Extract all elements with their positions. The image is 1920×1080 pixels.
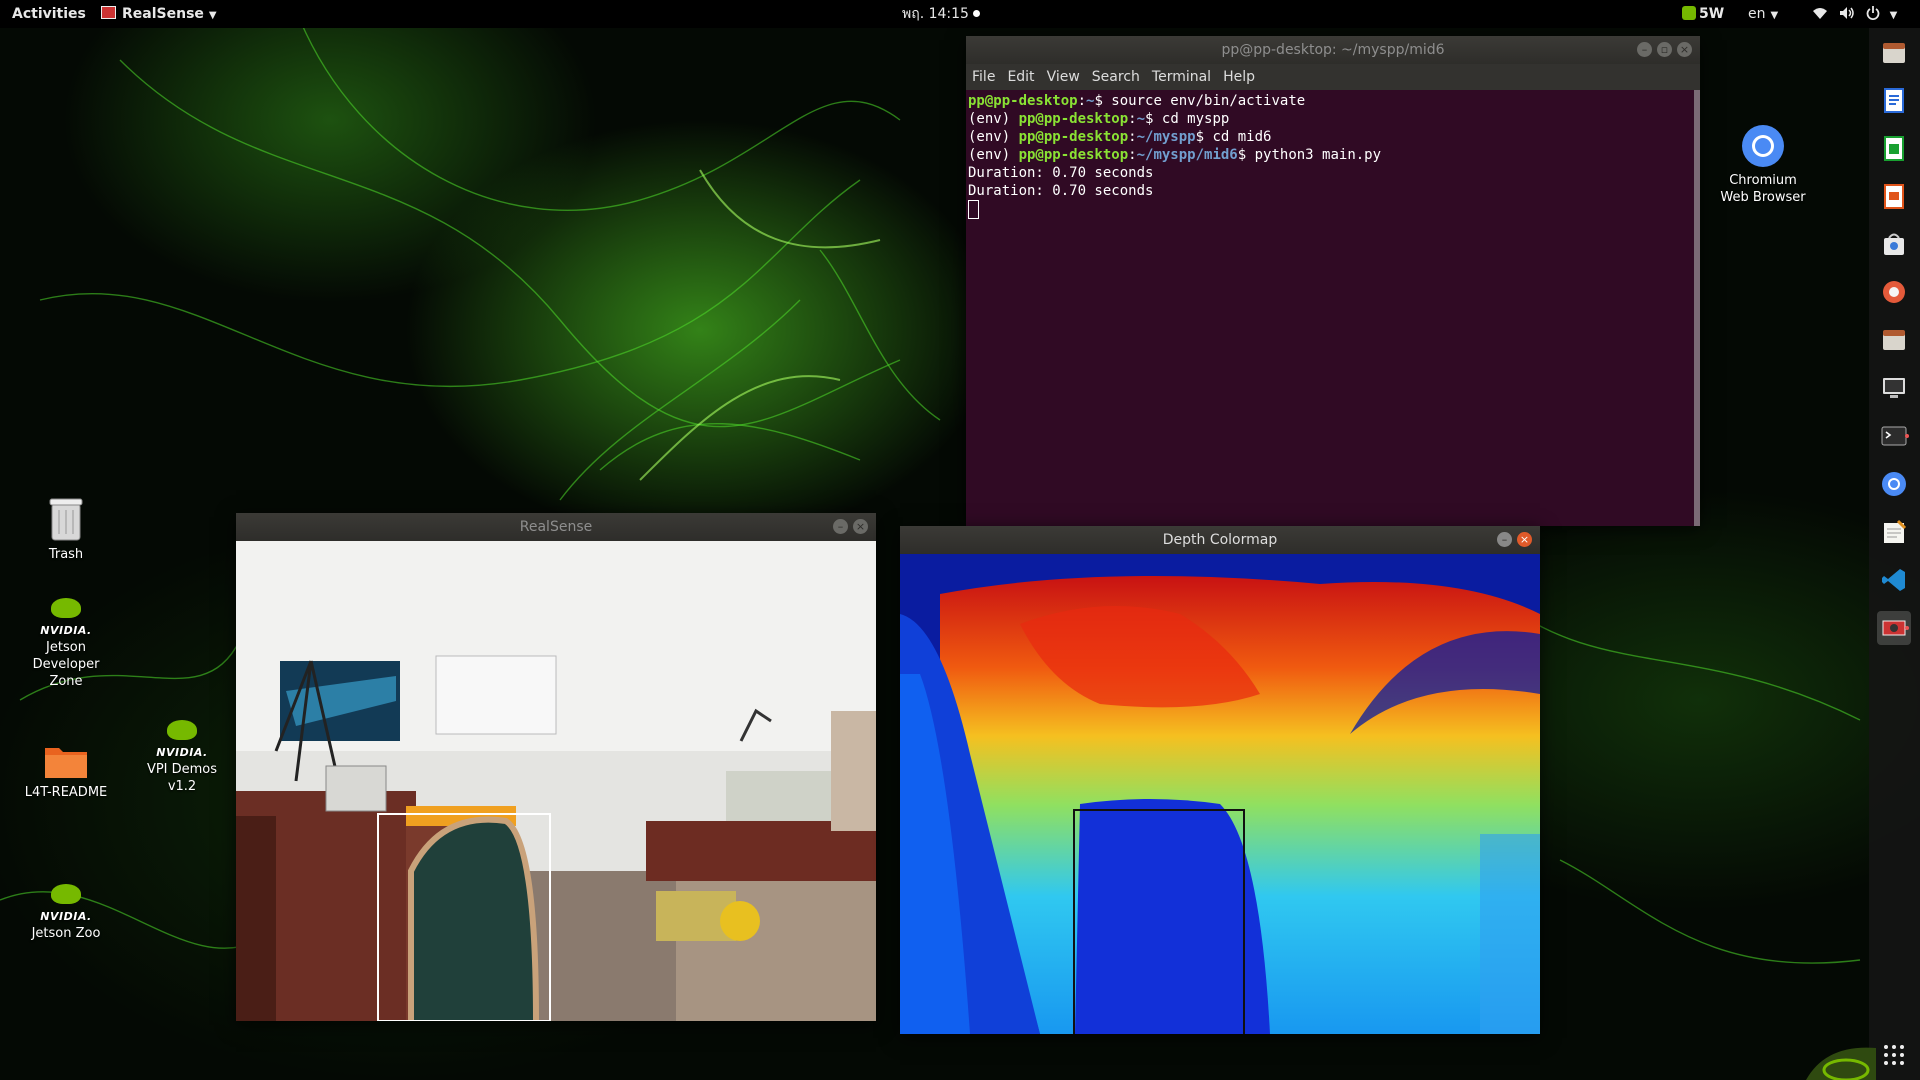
menu-file[interactable]: File	[972, 69, 995, 85]
menu-search[interactable]: Search	[1092, 69, 1140, 85]
nvidia-power-mode[interactable]: 5W	[1682, 0, 1724, 28]
clock[interactable]: พฤ. 14:15	[902, 0, 980, 28]
terminal-output-line: Duration: 0.70 seconds	[968, 165, 1154, 181]
show-applications-icon[interactable]	[1877, 1038, 1911, 1072]
chevron-down-icon: ▼	[1889, 10, 1898, 21]
running-indicator	[1905, 626, 1909, 630]
desktop-icon-label: Chromium Web Browser	[1720, 173, 1806, 205]
minimize-button[interactable]: –	[1497, 532, 1512, 547]
close-button[interactable]: ×	[1517, 532, 1532, 547]
dock-software-icon[interactable]	[1877, 227, 1911, 261]
realsense-window[interactable]: RealSense – ×	[236, 513, 876, 1021]
nvidia-wordmark: NVIDIA.	[156, 746, 208, 759]
menu-help[interactable]: Help	[1223, 69, 1255, 85]
depth-titlebar[interactable]: Depth Colormap – ×	[900, 526, 1540, 554]
desktop-icon-label: Jetson Developer Zone	[32, 640, 100, 689]
clock-label: พฤ. 14:15	[902, 6, 969, 22]
terminal-line: (env) pp@pp-desktop:~/myspp$ cd mid6	[968, 129, 1272, 145]
minimize-button[interactable]: –	[833, 519, 848, 534]
chevron-down-icon: ▼	[1770, 10, 1779, 21]
window-title: Depth Colormap	[1162, 532, 1278, 548]
dock-writer-icon[interactable]	[1877, 83, 1911, 117]
color-camera-feed	[236, 541, 876, 1021]
close-button[interactable]: ×	[853, 519, 868, 534]
terminal-menubar: File Edit View Search Terminal Help	[966, 64, 1700, 90]
realsense-app-icon	[101, 6, 116, 19]
top-bar: Activities RealSense ▼ พฤ. 14:15 5W en ▼ ▼	[0, 0, 1920, 28]
wifi-icon	[1813, 8, 1827, 19]
nvidia-logo-icon	[1806, 1047, 1876, 1080]
nvidia-icon	[1682, 6, 1696, 20]
nvidia-wordmark: NVIDIA.	[40, 624, 92, 637]
terminal-titlebar[interactable]: pp@pp-desktop: ~/myspp/mid6 – ▫ ×	[966, 36, 1700, 64]
terminal-output-line: Duration: 0.70 seconds	[968, 183, 1154, 199]
terminal-line: (env) pp@pp-desktop:~$ cd myspp	[968, 111, 1230, 127]
dock-impress-icon[interactable]	[1877, 179, 1911, 213]
dock-calc-icon[interactable]	[1877, 131, 1911, 165]
desktop-icon-label: Trash	[48, 547, 84, 562]
terminal-line: (env) pp@pp-desktop:~/myspp/mid6$ python…	[968, 147, 1382, 163]
window-title: pp@pp-desktop: ~/myspp/mid6	[1221, 42, 1445, 58]
app-menu[interactable]: RealSense ▼	[101, 0, 217, 28]
realsense-titlebar[interactable]: RealSense – ×	[236, 513, 876, 541]
detection-bounding-box	[1073, 809, 1245, 1034]
dock-monitor-icon[interactable]	[1877, 371, 1911, 405]
dock-terminal-icon[interactable]	[1877, 419, 1911, 453]
terminal-output[interactable]: pp@pp-desktop:~$ source env/bin/activate…	[966, 90, 1700, 526]
folder-icon	[45, 748, 87, 778]
nvidia-icon	[48, 884, 84, 908]
desktop-icon-jetson-developer-zone[interactable]: NVIDIA. Jetson Developer Zone	[21, 598, 111, 690]
app-menu-label: RealSense	[122, 6, 204, 22]
dock-files-icon[interactable]	[1877, 36, 1911, 70]
menu-view[interactable]: View	[1047, 69, 1080, 85]
window-title: RealSense	[519, 519, 593, 535]
system-menu[interactable]: ▼	[1812, 0, 1897, 28]
running-indicator	[1905, 434, 1909, 438]
chevron-down-icon: ▼	[208, 10, 217, 21]
desktop-icon-l4t-readme[interactable]: L4T-README	[21, 742, 111, 801]
dock-chromium-icon[interactable]	[1877, 467, 1911, 501]
nvidia-icon	[48, 598, 84, 622]
power-mode-label: 5W	[1699, 6, 1725, 22]
volume-icon	[1839, 7, 1854, 19]
notification-dot-icon	[972, 10, 980, 17]
detection-bounding-box	[377, 813, 551, 1021]
scrollbar[interactable]	[1694, 90, 1700, 526]
desktop-icon-chromium[interactable]: Chromium Web Browser	[1719, 124, 1807, 206]
nvidia-wordmark: NVIDIA.	[40, 910, 92, 923]
power-icon	[1866, 6, 1880, 20]
dock-settings-icon[interactable]	[1877, 275, 1911, 309]
depth-colormap-window[interactable]: Depth Colormap – ×	[900, 526, 1540, 1034]
dock-vscode-icon[interactable]	[1877, 563, 1911, 597]
language-selector[interactable]: en ▼	[1748, 0, 1778, 28]
nvidia-icon	[164, 720, 200, 744]
dock	[1869, 28, 1920, 1080]
menu-terminal[interactable]: Terminal	[1152, 69, 1211, 85]
dock-files-icon[interactable]	[1877, 323, 1911, 357]
trash-icon	[49, 498, 83, 541]
language-label: en	[1748, 6, 1766, 22]
minimize-button[interactable]: –	[1637, 42, 1652, 57]
activities-button[interactable]: Activities	[12, 0, 86, 28]
desktop-icon-vpi-demos[interactable]: NVIDIA. VPI Demos v1.2	[137, 720, 227, 795]
depth-colormap-feed	[900, 554, 1540, 1034]
desktop-icon-label: L4T-README	[24, 785, 108, 800]
dock-text-editor-icon[interactable]	[1877, 515, 1911, 549]
desktop-icon-label: VPI Demos v1.2	[146, 762, 218, 794]
desktop-icon-trash[interactable]: Trash	[21, 496, 111, 563]
desktop-icon-jetson-zoo[interactable]: NVIDIA. Jetson Zoo	[21, 884, 111, 942]
terminal-window[interactable]: pp@pp-desktop: ~/myspp/mid6 – ▫ × File E…	[966, 36, 1700, 526]
chromium-icon	[1742, 125, 1784, 167]
terminal-cursor	[968, 200, 979, 219]
close-button[interactable]: ×	[1677, 42, 1692, 57]
terminal-line: pp@pp-desktop:~$ source env/bin/activate	[968, 93, 1306, 109]
desktop-icon-label: Jetson Zoo	[31, 926, 101, 941]
menu-edit[interactable]: Edit	[1007, 69, 1034, 85]
maximize-button[interactable]: ▫	[1657, 42, 1672, 57]
dock-realsense-icon[interactable]	[1877, 611, 1911, 645]
